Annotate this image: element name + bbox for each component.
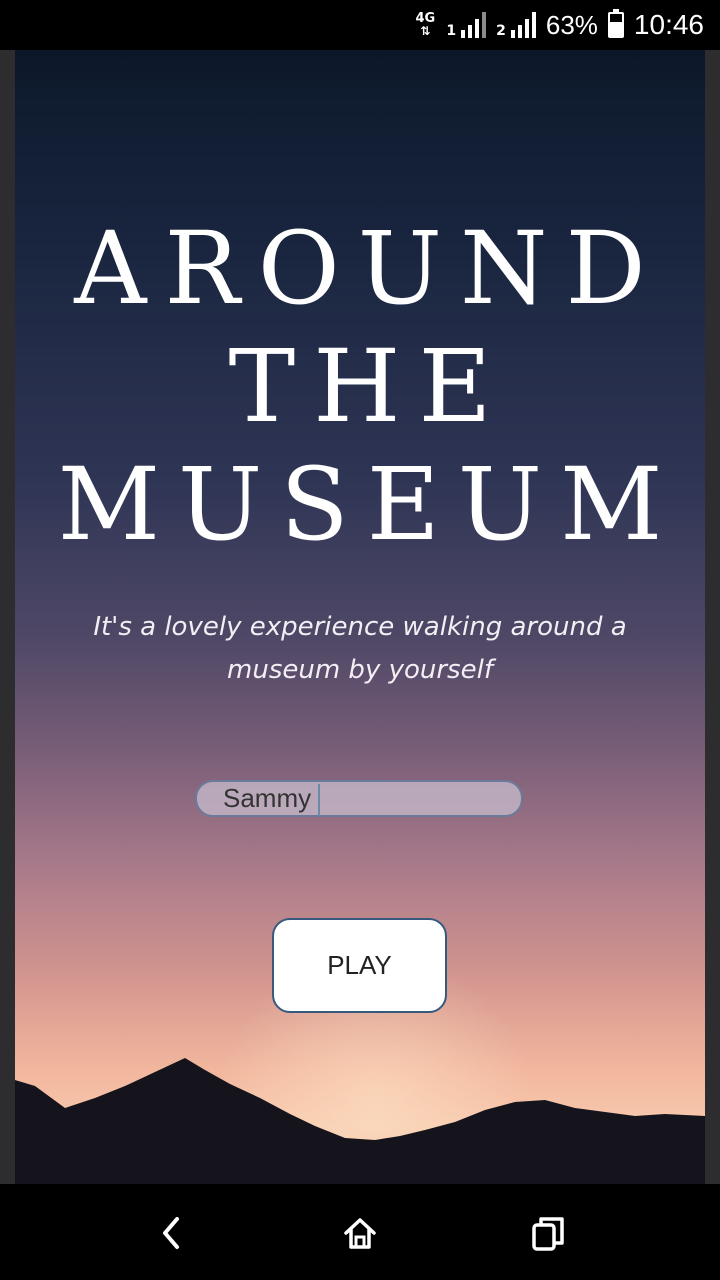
navigation-bar (0, 1184, 720, 1280)
signal-sim1-icon: 1 (446, 12, 487, 38)
player-name-input[interactable] (195, 780, 523, 817)
recents-icon (532, 1217, 564, 1251)
back-button[interactable] (144, 1208, 200, 1258)
battery-icon (607, 9, 624, 38)
subtitle: It's a lovely experience walking around … (93, 612, 627, 685)
text-cursor (318, 784, 320, 816)
title-line-2: THE (228, 328, 510, 445)
status-bar: 4G ⇅ 1 2 63% 10:46 (0, 0, 720, 50)
play-button[interactable]: PLAY (272, 918, 447, 1013)
recents-button[interactable] (520, 1208, 576, 1258)
home-icon (344, 1218, 376, 1249)
battery-percent: 63% (545, 9, 598, 40)
title-line-3: MUSEUM (57, 446, 681, 563)
clock: 10:46 (633, 9, 704, 40)
network-type-icon: 4G ⇅ (415, 11, 436, 38)
signal-sim2-icon: 2 (496, 12, 536, 38)
app-screen: AROUND THE MUSEUM It's a lovely experien… (15, 50, 705, 1184)
title-line-1: AROUND (74, 210, 664, 327)
right-edge (705, 50, 720, 1184)
left-edge (0, 50, 15, 1184)
back-icon (163, 1217, 179, 1249)
game-title: AROUND THE MUSEUM (15, 210, 705, 564)
home-button[interactable] (332, 1208, 388, 1258)
